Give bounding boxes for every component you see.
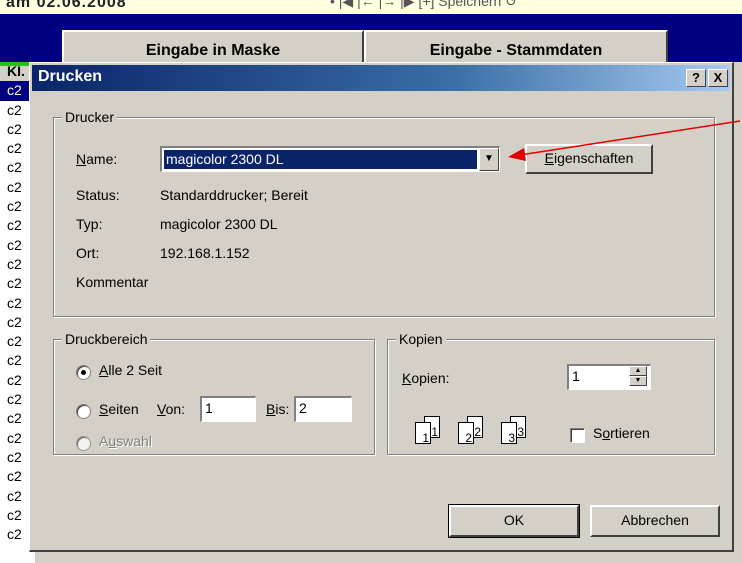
- annotation-arrow-icon: [508, 120, 741, 161]
- arrow-line: [519, 120, 741, 156]
- arrow-head: [508, 148, 526, 161]
